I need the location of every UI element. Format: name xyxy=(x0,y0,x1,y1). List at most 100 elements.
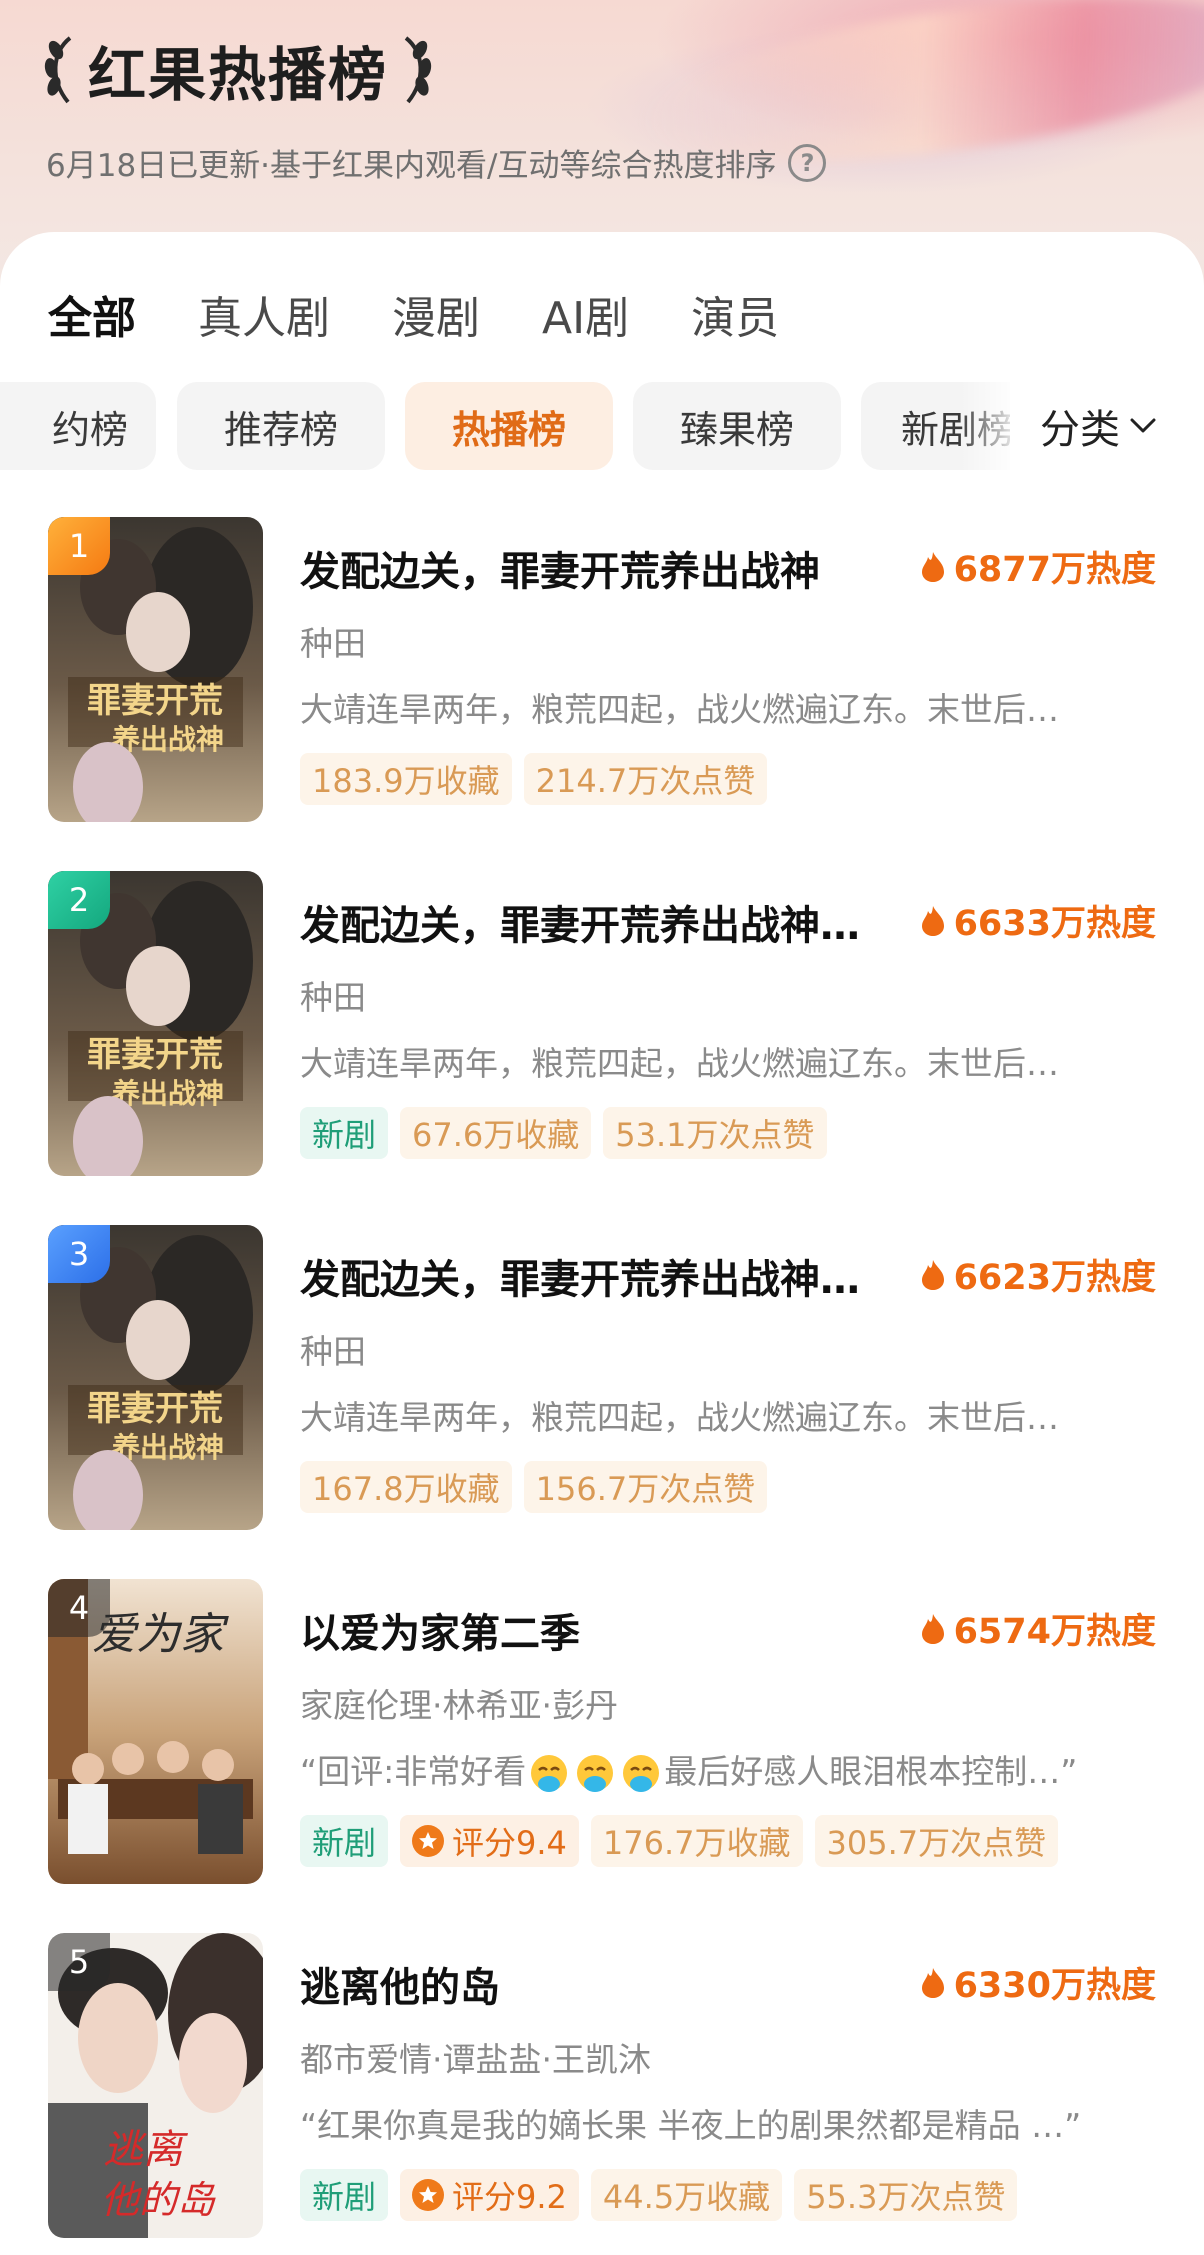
poster-image[interactable]: 罪妻开荒 养出战神 1 xyxy=(48,517,263,822)
item-title[interactable]: 发配边关，罪妻开荒养出战神… xyxy=(300,1247,890,1305)
list-item[interactable]: 爱为家 4 以爱为家第二季 6574万热度 家庭伦理·林希亚·彭丹 “回评:非常… xyxy=(0,1579,1204,1889)
flame-icon xyxy=(921,1967,944,1998)
ranking-chips: 约榜 推荐榜 热播榜 臻果榜 新剧榜 分类 xyxy=(0,382,1204,472)
heat-text: 6574万热度 xyxy=(953,1612,1156,1652)
new-drama-tag: 新剧 xyxy=(300,1107,389,1159)
item-title[interactable]: 发配边关，罪妻开荒养出战神 xyxy=(300,539,890,597)
rank-badge: 5 xyxy=(48,1933,110,1991)
poster-image[interactable]: 逃离 他的岛 5 xyxy=(48,1933,263,2238)
chip-hot-rank[interactable]: 热播榜 xyxy=(405,382,613,470)
heat-value: 6633万热度 xyxy=(920,895,1156,946)
item-tags: 183.9万收藏 214.7万次点赞 xyxy=(300,753,768,805)
score-text: 评分9.4 xyxy=(452,1824,567,1862)
item-info: 发配边关，罪妻开荒养出战神 6877万热度 种田 大靖连旱两年，粮荒四起，战火燃… xyxy=(300,517,1160,822)
poster-image[interactable]: 罪妻开荒 养出战神 2 xyxy=(48,871,263,1176)
score-text: 评分9.2 xyxy=(452,2178,567,2216)
shuang-emoji-icon xyxy=(531,1754,568,1792)
item-tags: 167.8万收藏 156.7万次点赞 xyxy=(300,1461,768,1513)
tab-live-action[interactable]: 真人剧 xyxy=(198,282,330,346)
tab-actors[interactable]: 演员 xyxy=(691,282,779,346)
poster-image[interactable]: 罪妻开荒 养出战神 3 xyxy=(48,1225,263,1530)
list-item[interactable]: 罪妻开荒 养出战神 3 发配边关，罪妻开荒养出战神… 6623万热度 种田 大靖… xyxy=(0,1225,1204,1535)
chip-premium-rank[interactable]: 臻果榜 xyxy=(633,382,841,470)
chip-fade xyxy=(960,382,1010,472)
favorites-tag: 167.8万收藏 xyxy=(300,1461,512,1513)
new-drama-tag: 新剧 xyxy=(300,2169,389,2221)
svg-text:罪妻开荒: 罪妻开荒 xyxy=(87,681,223,721)
main-panel: 全部 真人剧 漫剧 AI剧 演员 约榜 推荐榜 热播榜 臻果榜 新剧榜 分类 罪… xyxy=(0,232,1204,2255)
item-info: 发配边关，罪妻开荒养出战神… 6633万热度 种田 大靖连旱两年，粮荒四起，战火… xyxy=(300,871,1160,1176)
favorites-tag: 176.7万收藏 xyxy=(590,1815,803,1867)
svg-text:爱为家: 爱为家 xyxy=(92,1609,229,1660)
chip-recommend-rank[interactable]: 推荐榜 xyxy=(177,382,385,470)
shuang-emoji-icon xyxy=(577,1754,614,1792)
review-text-start: “回评:非常好看 xyxy=(300,1752,527,1791)
item-description: 大靖连旱两年，粮荒四起，战火燃遍辽东。末世后… xyxy=(300,1398,1059,1437)
chevron-down-icon xyxy=(1130,418,1156,433)
likes-tag: 156.7万次点赞 xyxy=(523,1461,768,1513)
laurel-right-icon xyxy=(404,36,432,104)
favorites-tag: 67.6万收藏 xyxy=(400,1107,592,1159)
shuang-emoji-icon xyxy=(623,1754,660,1792)
item-description: 大靖连旱两年，粮荒四起，战火燃遍辽东。末世后… xyxy=(300,1044,1059,1083)
list-item[interactable]: 罪妻开荒 养出战神 2 发配边关，罪妻开荒养出战神… 6633万热度 种田 大靖… xyxy=(0,871,1204,1181)
item-tags: 新剧 评分9.4 176.7万收藏 305.7万次点赞 xyxy=(300,1815,1059,1867)
update-info: 6月18日已更新·基于红果内观看/互动等综合热度排序 ? xyxy=(46,140,827,185)
title-row: 红果热播榜 xyxy=(42,30,434,110)
item-info: 发配边关，罪妻开荒养出战神… 6623万热度 种田 大靖连旱两年，粮荒四起，战火… xyxy=(300,1225,1160,1530)
page-title: 红果热播榜 xyxy=(88,41,389,109)
heat-text: 6877万热度 xyxy=(953,550,1156,590)
star-badge-icon xyxy=(412,2179,445,2211)
heat-value: 6574万热度 xyxy=(920,1603,1156,1654)
poster-image[interactable]: 爱为家 4 xyxy=(48,1579,263,1884)
item-genre: 种田 xyxy=(300,624,366,663)
category-filter-button[interactable]: 分类 xyxy=(1040,382,1156,470)
item-genre: 种田 xyxy=(300,1332,366,1371)
item-info: 逃离他的岛 6330万热度 都市爱情·谭盐盐·王凯沐 “红果你真是我的嫡长果 半… xyxy=(300,1933,1160,2238)
laurel-left-icon xyxy=(44,36,72,104)
list-item[interactable]: 罪妻开荒 养出战神 1 发配边关，罪妻开荒养出战神 6877万热度 种田 大靖连… xyxy=(0,517,1204,827)
heat-value: 6877万热度 xyxy=(920,541,1156,592)
list-item[interactable]: 逃离 他的岛 5 逃离他的岛 6330万热度 都市爱情·谭盐盐·王凯沐 “红果你… xyxy=(0,1933,1204,2243)
likes-tag: 55.3万次点赞 xyxy=(794,2169,1018,2221)
category-tabs: 全部 真人剧 漫剧 AI剧 演员 xyxy=(48,282,841,346)
flame-icon xyxy=(921,551,944,582)
item-genre: 家庭伦理·林希亚·彭丹 xyxy=(300,1686,618,1725)
score-tag: 评分9.4 xyxy=(400,1815,579,1867)
tab-comic[interactable]: 漫剧 xyxy=(392,282,480,346)
chip-booking-rank[interactable]: 约榜 xyxy=(0,382,156,470)
svg-text:罪妻开荒: 罪妻开荒 xyxy=(87,1389,223,1429)
likes-tag: 53.1万次点赞 xyxy=(603,1107,827,1159)
item-title[interactable]: 逃离他的岛 xyxy=(300,1955,890,2013)
rank-badge: 4 xyxy=(48,1579,110,1637)
item-tags: 新剧 67.6万收藏 53.1万次点赞 xyxy=(300,1107,827,1159)
rank-badge: 2 xyxy=(48,871,110,929)
heat-value: 6623万热度 xyxy=(920,1249,1156,1300)
flame-icon xyxy=(921,1259,944,1290)
favorites-tag: 183.9万收藏 xyxy=(300,753,512,805)
tab-ai[interactable]: AI剧 xyxy=(542,282,629,346)
item-review: “红果你真是我的嫡长果 半夜上的剧果然都是精品 …” xyxy=(300,2106,1082,2145)
rank-badge: 1 xyxy=(48,517,110,575)
favorites-tag: 44.5万收藏 xyxy=(590,2169,783,2221)
likes-tag: 305.7万次点赞 xyxy=(814,1815,1059,1867)
new-drama-tag: 新剧 xyxy=(300,1815,389,1867)
heat-text: 6623万热度 xyxy=(953,1258,1156,1298)
update-text: 6月18日已更新·基于红果内观看/互动等综合热度排序 xyxy=(46,148,777,184)
item-info: 以爱为家第二季 6574万热度 家庭伦理·林希亚·彭丹 “回评:非常好看 最后好感… xyxy=(300,1579,1160,1884)
tab-all[interactable]: 全部 xyxy=(48,282,136,346)
svg-text:罪妻开荒: 罪妻开荒 xyxy=(87,1035,223,1075)
filter-label: 分类 xyxy=(1040,407,1120,453)
item-title[interactable]: 以爱为家第二季 xyxy=(300,1601,890,1659)
likes-tag: 214.7万次点赞 xyxy=(523,753,768,805)
item-review: “回评:非常好看 最后好感人眼泪根本控制…” xyxy=(300,1745,1160,1795)
help-icon[interactable]: ? xyxy=(788,143,827,182)
flame-icon xyxy=(921,1613,944,1644)
score-tag: 评分9.2 xyxy=(400,2169,579,2221)
star-badge-icon xyxy=(412,1825,445,1857)
item-description: 大靖连旱两年，粮荒四起，战火燃遍辽东。末世后… xyxy=(300,690,1059,729)
item-genre: 都市爱情·谭盐盐·王凯沐 xyxy=(300,2040,651,2079)
item-title[interactable]: 发配边关，罪妻开荒养出战神… xyxy=(300,893,890,951)
chip-scroller[interactable]: 约榜 推荐榜 热播榜 臻果榜 新剧榜 xyxy=(0,382,1010,472)
flame-icon xyxy=(921,905,944,936)
